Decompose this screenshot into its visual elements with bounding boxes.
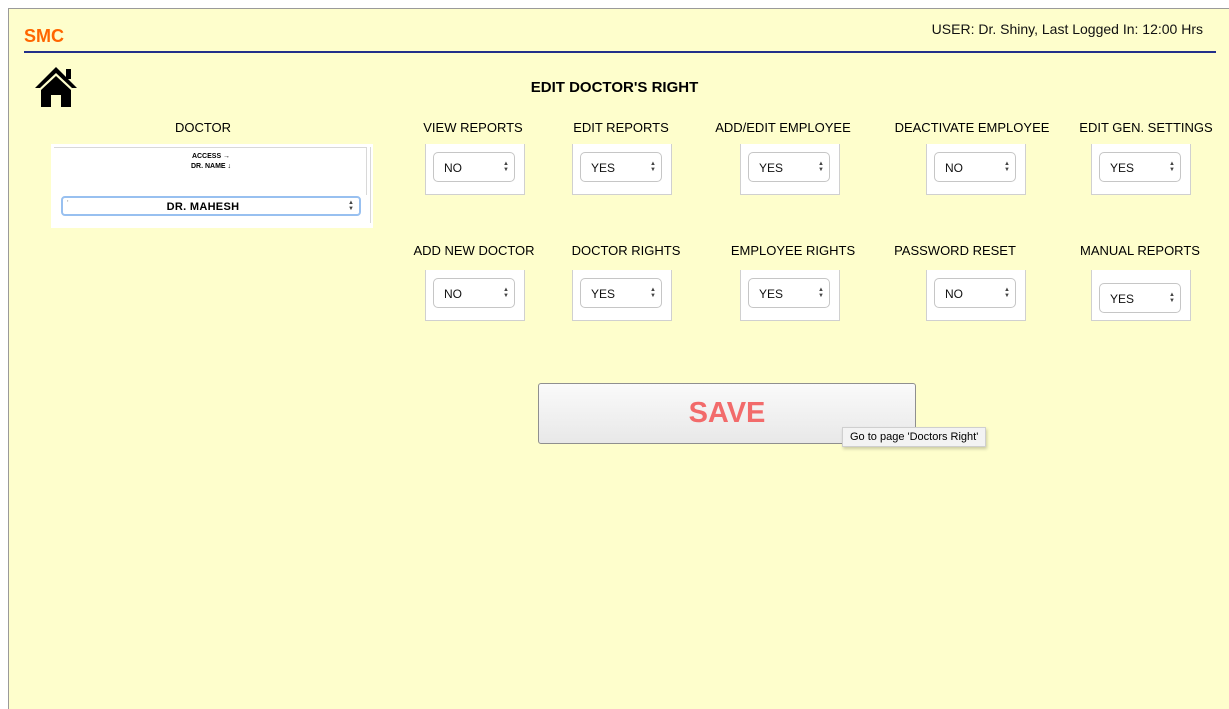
select-value: YES (1110, 292, 1135, 306)
doctor-panel: ACCESS → DR. NAME ↓ ' DR. MAHESH ▲ ▼ (51, 144, 373, 228)
updown-arrows-icon: ▲ ▼ (503, 161, 509, 173)
updown-arrows-icon: ▲ ▼ (818, 287, 824, 299)
right-cell-employee-rights: YES ▲ ▼ (740, 270, 840, 321)
right-cell-manual-reports: YES ▲ ▼ (1091, 270, 1191, 321)
right-label-view-reports: VIEW REPORTS (423, 120, 523, 135)
access-header: ACCESS → DR. NAME ↓ (51, 152, 371, 172)
select-add-edit-employee[interactable]: YES ▲ ▼ (748, 152, 830, 182)
right-cell-add-new-doctor: NO ▲ ▼ (425, 270, 525, 321)
select-value: YES (591, 287, 616, 301)
header-divider (24, 51, 1216, 53)
updown-arrows-icon: ▲ ▼ (1169, 292, 1175, 304)
doctor-label: DOCTOR (174, 120, 232, 135)
select-password-reset[interactable]: NO ▲ ▼ (934, 278, 1016, 308)
right-cell-view-reports: NO ▲ ▼ (425, 144, 525, 195)
select-view-reports[interactable]: NO ▲ ▼ (433, 152, 515, 182)
right-label-edit-reports: EDIT REPORTS (573, 120, 669, 135)
right-cell-add-edit-employee: YES ▲ ▼ (740, 144, 840, 195)
page-title: EDIT DOCTOR'S RIGHT (530, 79, 699, 96)
updown-arrows-icon: ▲ ▼ (348, 200, 354, 212)
updown-arrows-icon: ▲ ▼ (818, 161, 824, 173)
access-header-label: ACCESS → (191, 153, 231, 160)
select-employee-rights[interactable]: YES ▲ ▼ (748, 278, 830, 308)
select-value: YES (759, 161, 784, 175)
user-info: USER: Dr. Shiny, Last Logged In: 12:00 H… (931, 21, 1203, 37)
right-label-add-new-doctor: ADD NEW DOCTOR (413, 243, 535, 258)
doctor-name-header-label: DR. NAME ↓ (190, 163, 232, 170)
right-cell-password-reset: NO ▲ ▼ (926, 270, 1026, 321)
right-label-deactivate-employee: DEACTIVATE EMPLOYEE (894, 120, 1050, 135)
right-label-manual-reports: MANUAL REPORTS (1080, 243, 1200, 258)
select-deactivate-employee[interactable]: NO ▲ ▼ (934, 152, 1016, 182)
right-label-employee-rights: EMPLOYEE RIGHTS (730, 243, 856, 258)
app-title: SMC (24, 26, 64, 46)
updown-arrows-icon: ▲ ▼ (503, 287, 509, 299)
save-tooltip: Go to page 'Doctors Right' (842, 427, 987, 447)
select-add-new-doctor[interactable]: NO ▲ ▼ (433, 278, 515, 308)
select-value: YES (1110, 161, 1135, 175)
select-value: NO (945, 287, 963, 301)
app-frame (8, 8, 1229, 709)
right-cell-edit-reports: YES ▲ ▼ (572, 144, 672, 195)
right-cell-doctor-rights: YES ▲ ▼ (572, 270, 672, 321)
updown-arrows-icon: ▲ ▼ (650, 287, 656, 299)
select-value: NO (945, 161, 963, 175)
right-label-doctor-rights: DOCTOR RIGHTS (571, 243, 681, 258)
updown-arrows-icon: ▲ ▼ (650, 161, 656, 173)
select-edit-gen-settings[interactable]: YES ▲ ▼ (1099, 152, 1181, 182)
doctor-select[interactable]: ' DR. MAHESH ▲ ▼ (61, 196, 361, 216)
select-value: YES (759, 287, 784, 301)
select-value: NO (444, 287, 462, 301)
select-doctor-rights[interactable]: YES ▲ ▼ (580, 278, 662, 308)
updown-arrows-icon: ▲ ▼ (1004, 161, 1010, 173)
right-label-add-edit-employee: ADD/EDIT EMPLOYEE (715, 120, 851, 135)
doctor-select-value: DR. MAHESH (166, 201, 240, 213)
updown-arrows-icon: ▲ ▼ (1169, 161, 1175, 173)
select-value: YES (591, 161, 616, 175)
select-value: NO (444, 161, 462, 175)
right-cell-edit-gen-settings: YES ▲ ▼ (1091, 144, 1191, 195)
right-cell-deactivate-employee: NO ▲ ▼ (926, 144, 1026, 195)
right-label-password-reset: PASSWORD RESET (894, 243, 1016, 258)
right-label-edit-gen-settings: EDIT GEN. SETTINGS (1079, 120, 1213, 135)
select-manual-reports[interactable]: YES ▲ ▼ (1099, 283, 1181, 313)
updown-arrows-icon: ▲ ▼ (1004, 287, 1010, 299)
select-edit-reports[interactable]: YES ▲ ▼ (580, 152, 662, 182)
